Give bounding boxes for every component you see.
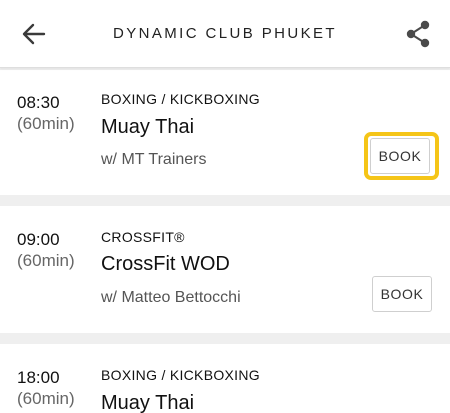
class-name[interactable]: Muay Thai xyxy=(101,116,194,139)
top-app-bar: DYNAMIC CLUB PHUKET xyxy=(0,0,450,68)
book-button[interactable]: BOOK xyxy=(372,276,432,312)
class-category: BOXING / KICKBOXING xyxy=(101,367,260,383)
class-card: 18:00 (60min) BOXING / KICKBOXING Muay T… xyxy=(0,344,450,413)
book-button[interactable]: BOOK xyxy=(370,138,430,174)
page-title: DYNAMIC CLUB PHUKET xyxy=(113,25,337,42)
class-name[interactable]: CrossFit WOD xyxy=(101,253,230,276)
class-duration: (60min) xyxy=(17,114,75,133)
share-icon xyxy=(406,20,430,48)
class-time: 18:00 xyxy=(17,368,60,387)
class-instructor: w/ Matteo Bettocchi xyxy=(101,289,241,306)
class-card: 08:30 (60min) BOXING / KICKBOXING Muay T… xyxy=(0,70,450,195)
class-category: CROSSFIT® xyxy=(101,229,185,245)
class-name[interactable]: Muay Thai xyxy=(101,392,194,413)
class-time: 09:00 xyxy=(17,230,60,249)
share-button[interactable] xyxy=(403,19,433,49)
class-duration: (60min) xyxy=(17,251,75,270)
class-instructor: w/ MT Trainers xyxy=(101,151,207,168)
class-category: BOXING / KICKBOXING xyxy=(101,91,260,107)
class-card: 09:00 (60min) CROSSFIT® CrossFit WOD w/ … xyxy=(0,206,450,333)
class-duration: (60min) xyxy=(17,389,75,408)
class-time: 08:30 xyxy=(17,93,60,112)
